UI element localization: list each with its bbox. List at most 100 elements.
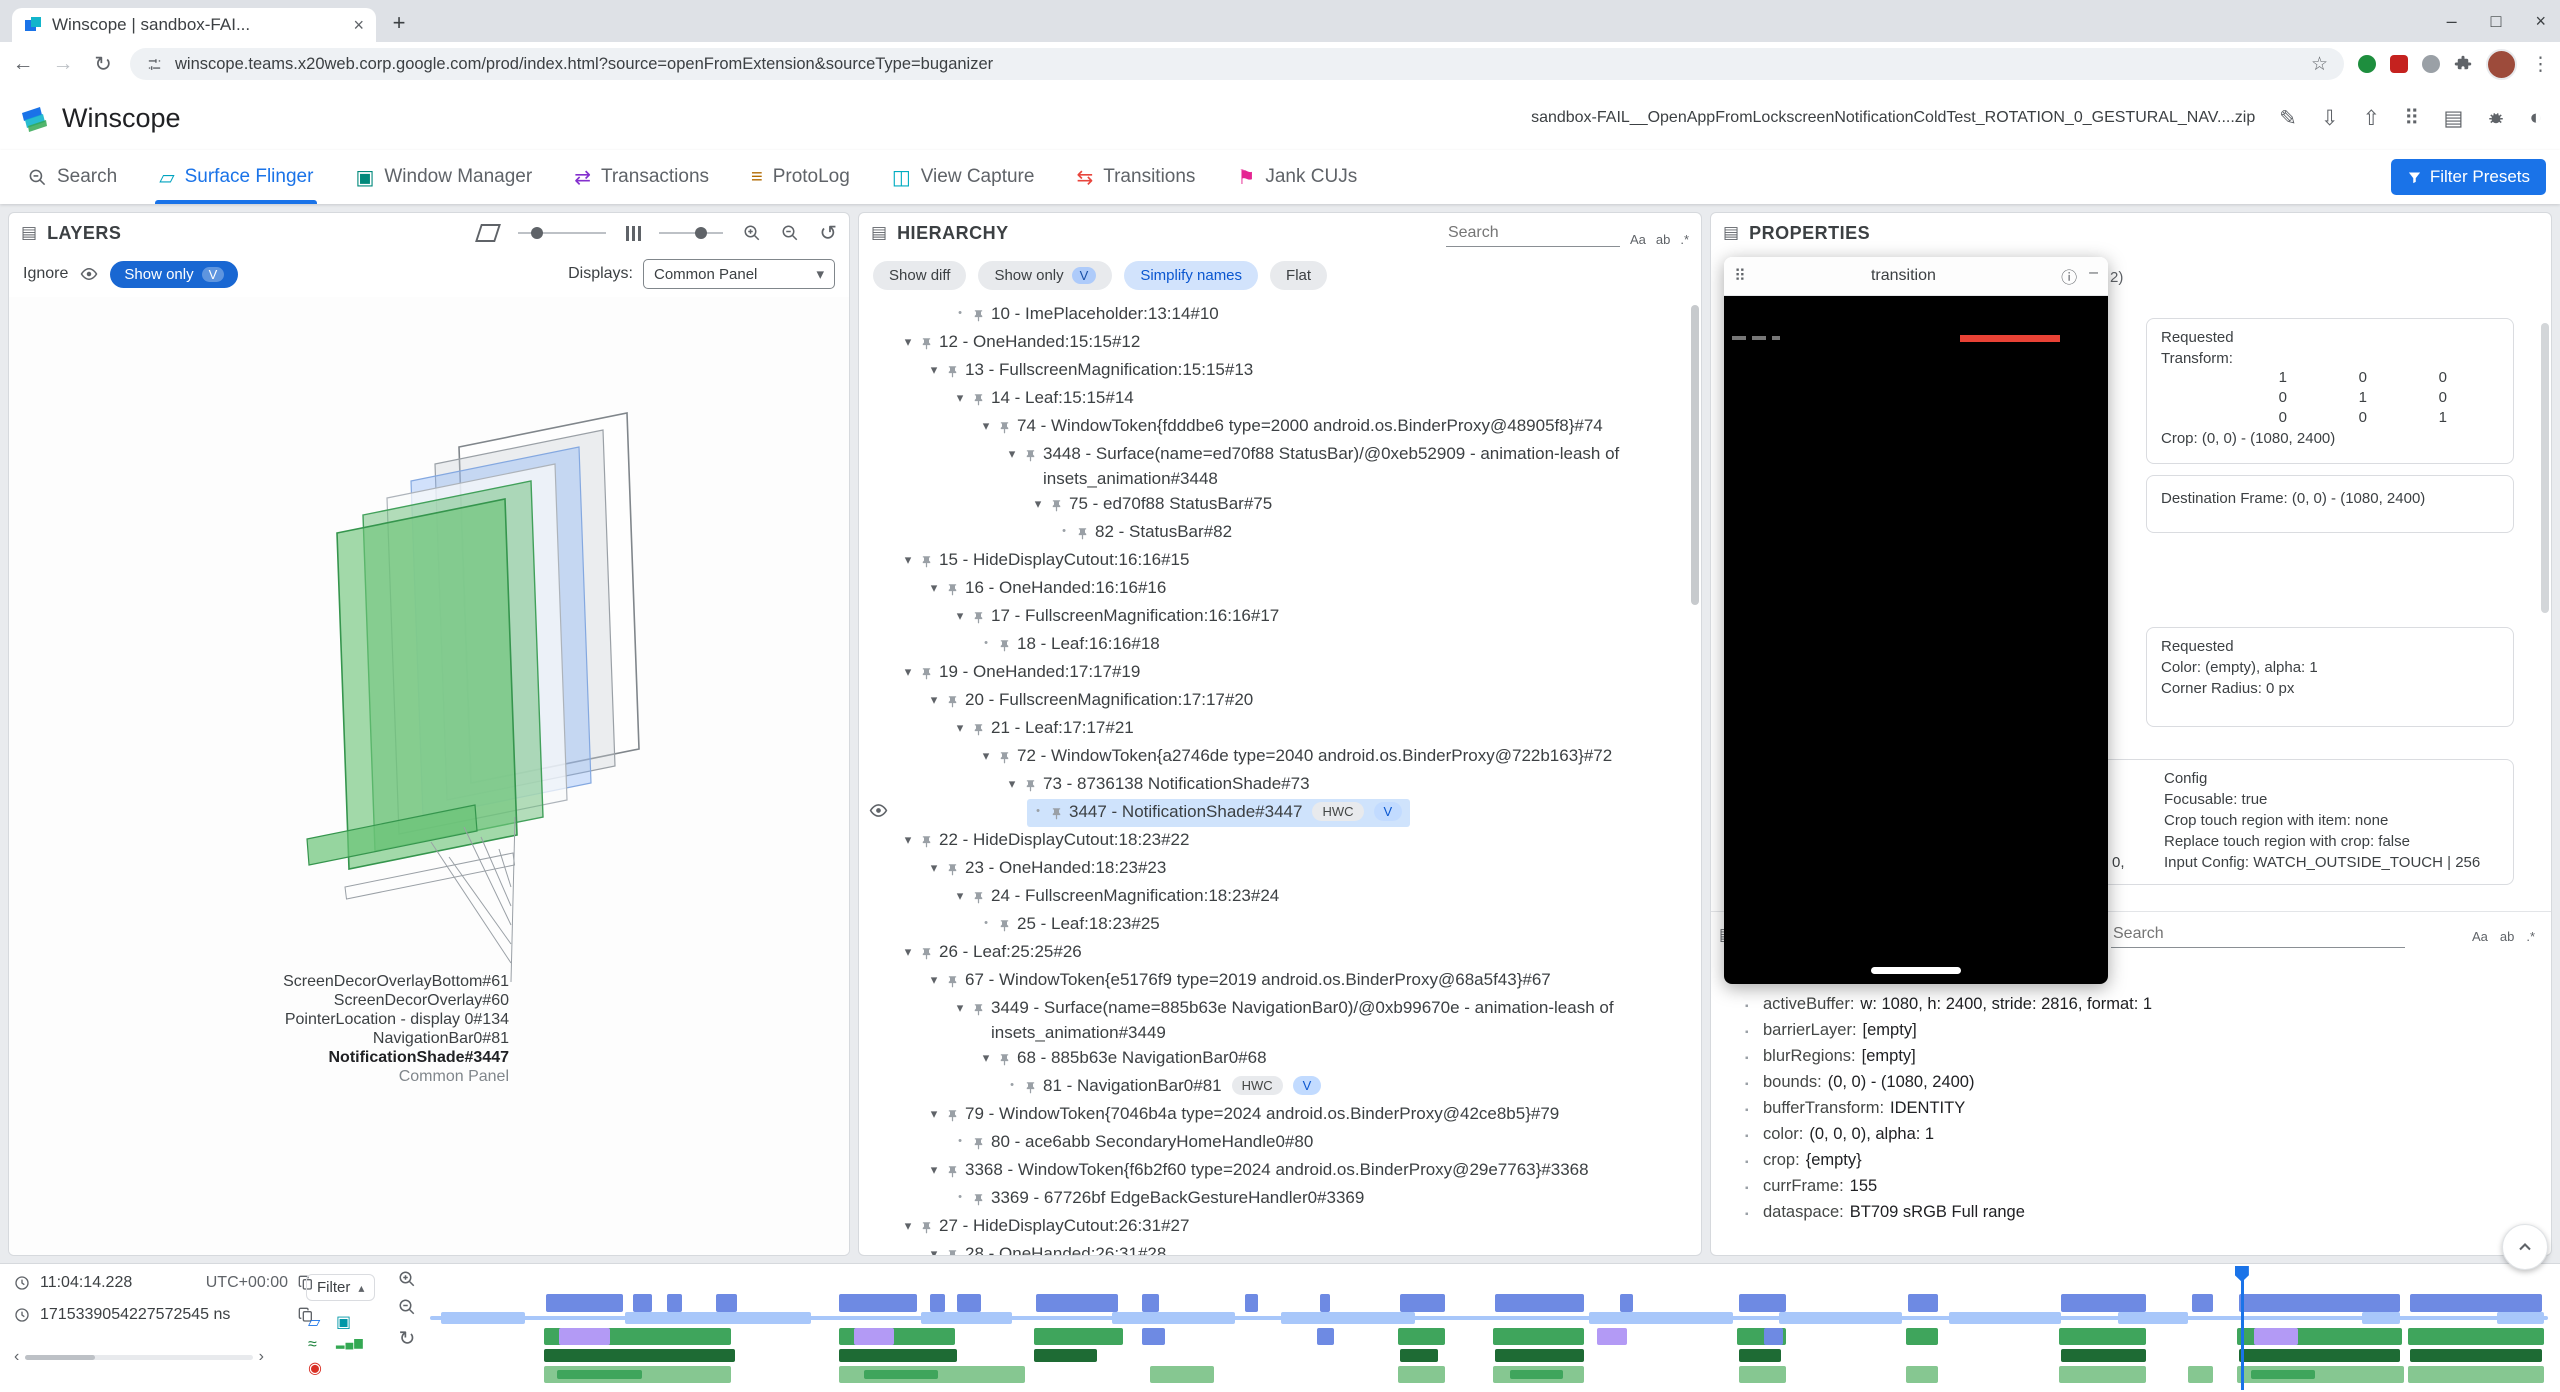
expand-arrow-icon[interactable]: ▾ <box>1001 771 1023 796</box>
scroll-right-icon[interactable]: › <box>259 1348 264 1366</box>
hierarchy-scrollbar[interactable] <box>1691 305 1699 605</box>
layer-label[interactable]: PointerLocation - display 0#134 <box>9 1010 509 1029</box>
expand-arrow-icon[interactable]: ▾ <box>897 329 919 354</box>
property-row[interactable]: ▪color:(0, 0, 0), alpha: 1 <box>1711 1125 2551 1151</box>
profile-avatar[interactable] <box>2486 49 2517 80</box>
expand-arrow-icon[interactable]: ▾ <box>897 827 919 852</box>
edit-icon[interactable]: ✎ <box>2279 106 2297 131</box>
expand-arrow-icon[interactable]: ▾ <box>923 1157 945 1182</box>
browser-tab[interactable]: Winscope | sandbox-FAI... × <box>12 8 376 42</box>
scroll-track[interactable] <box>25 1355 252 1360</box>
tree-row[interactable]: ▾21 - Leaf:17:17#21 <box>859 715 1701 743</box>
expand-arrow-icon[interactable]: ▾ <box>897 1213 919 1238</box>
overlay-titlebar[interactable]: ⠿ transition ⓘ – <box>1724 257 2108 296</box>
pin-icon[interactable] <box>997 1045 1017 1073</box>
tree-row[interactable]: ▾13 - FullscreenMagnification:15:15#13 <box>859 357 1701 385</box>
timeline-cursor[interactable] <box>2241 1266 2244 1390</box>
transactions-trace-icon[interactable]: ▣ <box>336 1312 360 1332</box>
screen-recording-trace-icon[interactable]: ◉ <box>308 1358 332 1378</box>
tree-row[interactable]: ▾28 - OneHanded:26:31#28 <box>859 1241 1701 1255</box>
expand-arrow-icon[interactable]: ▾ <box>949 995 971 1020</box>
tree-row[interactable]: ▾24 - FullscreenMagnification:18:23#24 <box>859 883 1701 911</box>
layer-label[interactable]: NotificationShade#3447 <box>9 1048 509 1067</box>
tree-row[interactable]: ▾3448 - Surface(name=ed70f88 StatusBar)/… <box>859 441 1701 491</box>
layer-label[interactable]: NavigationBar0#81 <box>9 1029 509 1048</box>
property-row[interactable]: ▪blurRegions:[empty] <box>1711 1047 2551 1073</box>
regex-icon[interactable]: .* <box>2526 929 2535 944</box>
pin-icon[interactable] <box>971 385 991 413</box>
pin-icon[interactable] <box>945 855 965 883</box>
property-row[interactable]: ▪bounds:(0, 0) - (1080, 2400) <box>1711 1073 2551 1099</box>
tree-row[interactable]: ▾3449 - Surface(name=885b63e NavigationB… <box>859 995 1701 1045</box>
tree-row[interactable]: ▾16 - OneHanded:16:16#16 <box>859 575 1701 603</box>
reset-view-icon[interactable]: ↺ <box>819 221 837 246</box>
expand-arrow-icon[interactable]: ▾ <box>949 603 971 628</box>
expand-arrow-icon[interactable]: ▾ <box>923 855 945 880</box>
bookmark-star-icon[interactable]: ☆ <box>2311 53 2328 76</box>
pin-icon[interactable] <box>1023 771 1043 799</box>
puzzle-icon[interactable] <box>2454 55 2472 73</box>
show-only-v-chip[interactable]: Show only V <box>110 261 238 288</box>
zoom-in-icon[interactable] <box>398 1270 416 1288</box>
tab-close-icon[interactable]: × <box>353 15 364 36</box>
docs-icon[interactable]: ▤ <box>2443 106 2463 131</box>
ignore-eye-icon[interactable] <box>80 265 98 283</box>
expand-arrow-icon[interactable]: ▾ <box>897 939 919 964</box>
pin-icon[interactable] <box>1023 1073 1043 1101</box>
rotation-slider[interactable] <box>518 232 606 234</box>
pin-icon[interactable] <box>971 715 991 743</box>
tab-view-capture[interactable]: ◫View Capture <box>892 150 1035 204</box>
tree-row[interactable]: •81 - NavigationBar0#81HWCV <box>859 1073 1701 1101</box>
expand-arrow-icon[interactable]: ▾ <box>923 967 945 992</box>
zoom-out-icon[interactable] <box>398 1298 416 1316</box>
flat-chip[interactable]: Flat <box>1270 261 1327 290</box>
expand-arrow-icon[interactable]: ▾ <box>923 687 945 712</box>
tree-row[interactable]: •80 - ace6abb SecondaryHomeHandle0#80 <box>859 1129 1701 1157</box>
pin-icon[interactable] <box>945 357 965 385</box>
pin-icon[interactable] <box>971 883 991 911</box>
pin-icon[interactable] <box>997 743 1017 771</box>
layer-label[interactable]: Common Panel <box>9 1067 509 1086</box>
pin-icon[interactable] <box>971 1185 991 1213</box>
info-icon[interactable]: ⓘ <box>2061 264 2077 288</box>
extension-icon-1[interactable] <box>2358 55 2376 73</box>
tree-row[interactable]: ▾79 - WindowToken{7046b4a type=2024 andr… <box>859 1101 1701 1129</box>
tree-row[interactable]: ▾74 - WindowToken{fdddbe6 type=2000 andr… <box>859 413 1701 441</box>
tree-row[interactable]: ▾15 - HideDisplayCutout:16:16#15 <box>859 547 1701 575</box>
extension-icon-2[interactable] <box>2390 55 2408 73</box>
pin-icon[interactable] <box>919 547 939 575</box>
drag-handle-icon[interactable]: ⠿ <box>1734 266 1746 286</box>
extension-icon-3[interactable] <box>2422 55 2440 73</box>
pin-icon[interactable] <box>919 827 939 855</box>
regex-icon[interactable]: .* <box>1680 232 1689 247</box>
show-only-chip[interactable]: Show only V <box>978 261 1112 290</box>
property-row[interactable]: ▪barrierLayer:[empty] <box>1711 1021 2551 1047</box>
pin-icon[interactable] <box>945 1157 965 1185</box>
expand-arrow-icon[interactable]: ▾ <box>923 1101 945 1126</box>
expand-arrow-icon[interactable]: ▾ <box>949 883 971 908</box>
timeline-filter-chip[interactable]: Filter ▴ <box>306 1274 375 1301</box>
properties-scrollbar[interactable] <box>2541 323 2549 613</box>
pin-icon[interactable] <box>919 659 939 687</box>
property-row[interactable]: ▪dataspace:BT709 sRGB Full range <box>1711 1203 2551 1229</box>
window-maximize-icon[interactable]: □ <box>2491 11 2502 32</box>
tab-window-manager[interactable]: ▣Window Manager <box>355 150 532 204</box>
tree-row[interactable]: •25 - Leaf:18:23#25 <box>859 911 1701 939</box>
pin-icon[interactable] <box>971 995 991 1023</box>
sf-trace-icon[interactable]: ▱ <box>308 1312 332 1332</box>
expand-arrow-icon[interactable]: ▾ <box>923 575 945 600</box>
bug-report-icon[interactable] <box>2487 109 2505 127</box>
match-case-icon[interactable]: Aa <box>1630 232 1646 247</box>
apps-icon[interactable]: ⠿ <box>2404 106 2419 131</box>
expand-arrow-icon[interactable]: ▾ <box>975 413 997 438</box>
wm-trace-icon[interactable]: ≈ <box>308 1336 332 1354</box>
expand-arrow-icon[interactable]: ▾ <box>897 659 919 684</box>
scroll-thumb[interactable] <box>25 1355 95 1360</box>
tree-row[interactable]: •82 - StatusBar#82 <box>859 519 1701 547</box>
browser-menu-icon[interactable]: ⋮ <box>2531 53 2550 76</box>
show-diff-chip[interactable]: Show diff <box>873 261 966 290</box>
tree-row[interactable]: ▾12 - OneHanded:15:15#12 <box>859 329 1701 357</box>
back-icon[interactable]: ← <box>10 52 36 76</box>
match-case-icon[interactable]: Aa <box>2472 929 2488 944</box>
pin-icon[interactable] <box>1049 799 1069 827</box>
